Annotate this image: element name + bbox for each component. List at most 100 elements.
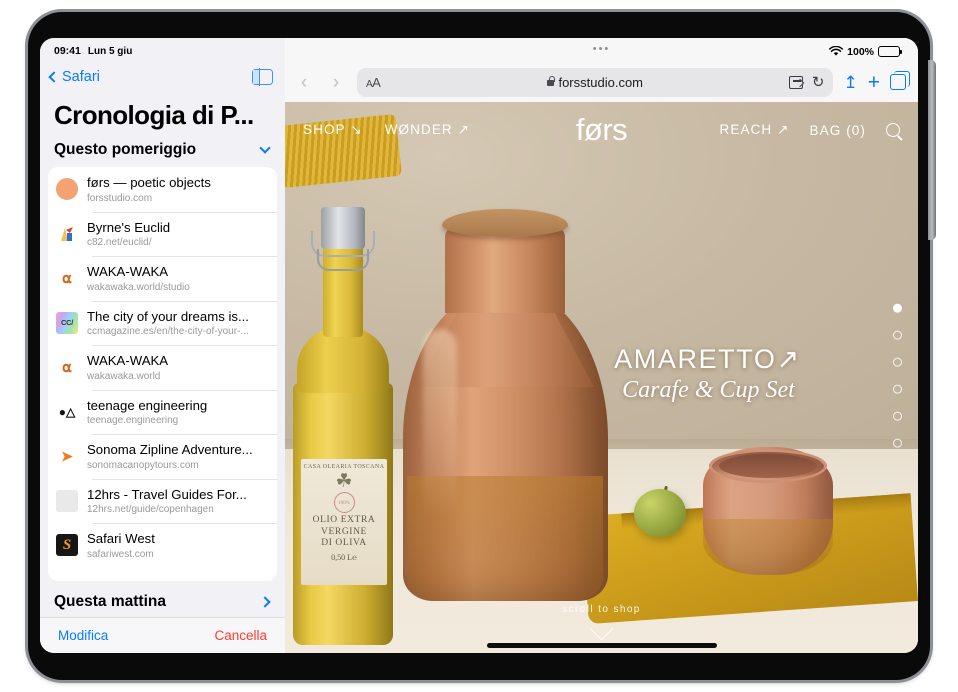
site-navigation: SHOP ↘ WØNDER ↗ førs REACH ↗ BAG (0) <box>285 102 918 158</box>
carousel-dot[interactable] <box>893 412 902 422</box>
reload-icon[interactable]: ↻ <box>812 75 825 90</box>
sidebar-toggle-icon[interactable] <box>252 68 273 86</box>
olive-oil-bottle: CASA OLEARIA TOSCANA ☘ 100% OLIO EXTRA V… <box>287 187 399 647</box>
list-item-title: Byrne's Euclid <box>87 219 171 235</box>
list-item-url: forsstudio.com <box>87 192 153 204</box>
section-header-afternoon[interactable]: Questo pomeriggio <box>40 137 285 167</box>
chevron-left-icon <box>48 71 60 83</box>
clear-button[interactable]: Cancella <box>214 628 267 643</box>
list-item-url: ccmagazine.es/en/the-city-of-your-... <box>87 326 249 337</box>
browser-pane: ••• 100% ‹ › AA forsstudio.com ↻ ↥ + CAS… <box>285 38 918 653</box>
search-icon[interactable] <box>886 123 900 137</box>
cc-favicon: CC/ <box>56 311 78 334</box>
address-bar[interactable]: AA forsstudio.com ↻ <box>357 67 834 97</box>
back-button[interactable]: ‹ <box>293 73 315 92</box>
nav-link-reach[interactable]: REACH ↗ <box>720 122 790 138</box>
list-item-url: teenage.engineering <box>87 415 179 426</box>
list-item[interactable]: ●△ teenage engineering teenage.engineeri… <box>48 389 277 435</box>
zipline-favicon: ➤ <box>56 445 78 468</box>
new-tab-button[interactable]: + <box>868 72 880 93</box>
hero-subtitle: Carafe & Cup Set <box>622 377 795 404</box>
list-item[interactable]: ⍺ WAKA-WAKA wakawaka.world <box>48 345 277 390</box>
list-item-title: WAKA-WAKA <box>87 353 169 368</box>
tabs-overview-button[interactable] <box>890 71 910 90</box>
green-fruit <box>634 489 686 537</box>
carafe-highlight <box>423 329 457 519</box>
list-item[interactable]: ➤ Sonoma Zipline Adventure... sonomacano… <box>48 434 277 479</box>
chevron-down-icon <box>589 616 614 641</box>
chevron-down-icon[interactable] <box>259 142 271 154</box>
chair-favicon: ⍺ <box>56 356 78 379</box>
carousel-dot[interactable] <box>893 331 902 341</box>
list-item[interactable]: CC/ The city of your dreams is... ccmaga… <box>48 300 277 346</box>
extension-icon[interactable] <box>788 75 803 89</box>
hero-title[interactable]: AMARETTO↗ <box>614 344 801 375</box>
list-item-url: sonomacanopytours.com <box>87 459 199 471</box>
status-date: Lun 5 giu <box>87 45 133 57</box>
list-item[interactable]: ⍺ WAKA-WAKA wakawaka.world/studio <box>48 256 277 301</box>
section-label: Questa mattina <box>54 593 166 610</box>
list-item-url: c82.net/euclid/ <box>87 237 152 248</box>
ipad-screen: 09:41 Lun 5 giu Safari Cronologia di P..… <box>40 38 918 653</box>
nav-link-bag[interactable]: BAG (0) <box>810 123 866 138</box>
list-item-title: The city of your dreams is... <box>87 308 249 324</box>
device-edge-right <box>928 60 936 240</box>
list-item-title: 12hrs - Travel Guides For... <box>87 486 247 502</box>
label-volume: 0,50 L℮ <box>331 552 357 562</box>
olive-sprig-icon: ☘ <box>335 471 353 492</box>
s-favicon: S <box>56 534 78 557</box>
url-display: forsstudio.com <box>357 75 833 90</box>
list-item-title: Safari West <box>87 531 155 546</box>
label-brand: CASA OLEARIA TOSCANA <box>303 464 385 470</box>
browser-toolbar: ‹ › AA forsstudio.com ↻ ↥ + <box>285 62 918 102</box>
cup-interior <box>719 454 817 478</box>
carousel-dot[interactable] <box>893 385 902 395</box>
url-text: forsstudio.com <box>558 74 644 90</box>
edit-button[interactable]: Modifica <box>58 628 108 643</box>
back-to-safari-button[interactable]: Safari <box>48 69 100 85</box>
chevron-right-icon[interactable] <box>259 596 271 608</box>
euclid-favicon <box>56 222 78 245</box>
lock-icon <box>547 76 556 86</box>
forward-button[interactable]: › <box>325 73 347 92</box>
bottle-label: CASA OLEARIA TOSCANA ☘ 100% OLIO EXTRA V… <box>301 459 387 585</box>
section-label: Questo pomeriggio <box>54 141 197 158</box>
share-icon[interactable]: ↥ <box>843 74 857 91</box>
ao-favicon: ●△ <box>56 400 78 423</box>
gray-favicon <box>56 489 78 512</box>
carousel-dot[interactable] <box>893 304 902 314</box>
multitask-handle-icon[interactable]: ••• <box>285 44 918 55</box>
carousel-dot[interactable] <box>893 358 902 368</box>
carousel-dot[interactable] <box>893 439 902 449</box>
sidebar-nav-bar: Safari <box>40 60 285 94</box>
status-bar: 09:41 Lun 5 giu <box>40 38 285 60</box>
list-item-url: wakawaka.world/studio <box>87 281 190 293</box>
list-item[interactable]: Byrne's Euclid c82.net/euclid/ <box>48 211 277 257</box>
nav-link-shop[interactable]: SHOP ↘ <box>303 122 363 138</box>
list-item-url: wakawaka.world <box>87 370 161 382</box>
battery-icon <box>878 46 903 57</box>
back-button-label: Safari <box>62 69 100 85</box>
page-title: Cronologia di P... <box>54 100 254 130</box>
list-item[interactable]: førs — poetic objects forsstudio.com <box>48 167 277 212</box>
label-line-1: OLIO EXTRA <box>312 515 376 526</box>
nav-link-wonder[interactable]: WØNDER ↗ <box>385 122 470 138</box>
section-header-morning[interactable]: Questa mattina <box>40 581 285 617</box>
web-content: CASA OLEARIA TOSCANA ☘ 100% OLIO EXTRA V… <box>285 102 918 653</box>
terracotta-carafe <box>403 209 608 601</box>
cup-shading <box>703 518 833 575</box>
list-item[interactable]: 12hrs - Travel Guides For... 12hrs.net/g… <box>48 478 277 524</box>
circle-favicon <box>56 178 78 201</box>
browser-status-bar: ••• 100% <box>285 38 918 62</box>
hero-text: AMARETTO↗ Carafe & Cup Set <box>614 344 801 404</box>
carousel-dots <box>893 304 902 449</box>
scroll-hint[interactable]: scroll to shop <box>285 604 918 641</box>
list-item[interactable]: S Safari West safariwest.com <box>48 523 277 568</box>
scroll-hint-label: scroll to shop <box>562 604 641 615</box>
list-item-title: Sonoma Zipline Adventure... <box>87 442 253 457</box>
text-size-button[interactable]: AA <box>366 75 381 90</box>
list-item-url: 12hrs.net/guide/copenhagen <box>87 504 214 515</box>
chair-favicon: ⍺ <box>56 267 78 290</box>
status-time: 09:41 <box>54 45 81 57</box>
home-indicator <box>486 643 717 648</box>
